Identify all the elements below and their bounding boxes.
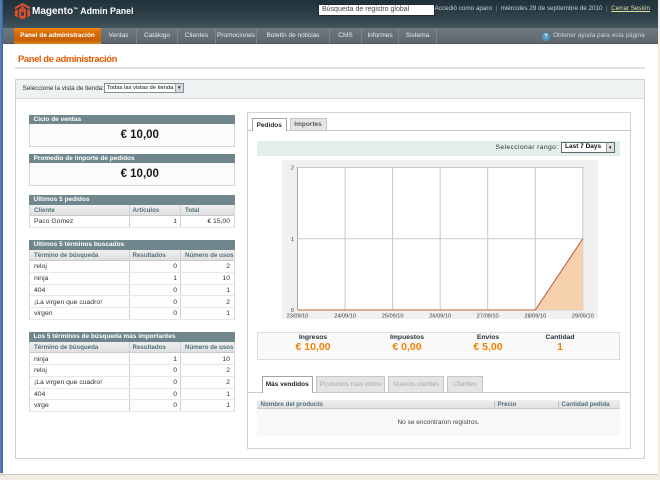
svg-text:23/09/10: 23/09/10: [287, 313, 309, 319]
svg-text:27/09/10: 27/09/10: [477, 313, 499, 319]
svg-text:2: 2: [291, 165, 294, 171]
svg-text:26/09/10: 26/09/10: [429, 313, 451, 319]
svg-text:1: 1: [291, 237, 294, 243]
svg-text:25/09/10: 25/09/10: [382, 313, 404, 319]
svg-text:29/09/10: 29/09/10: [572, 313, 594, 319]
svg-text:28/09/10: 28/09/10: [524, 313, 546, 319]
svg-text:24/09/10: 24/09/10: [334, 313, 356, 319]
